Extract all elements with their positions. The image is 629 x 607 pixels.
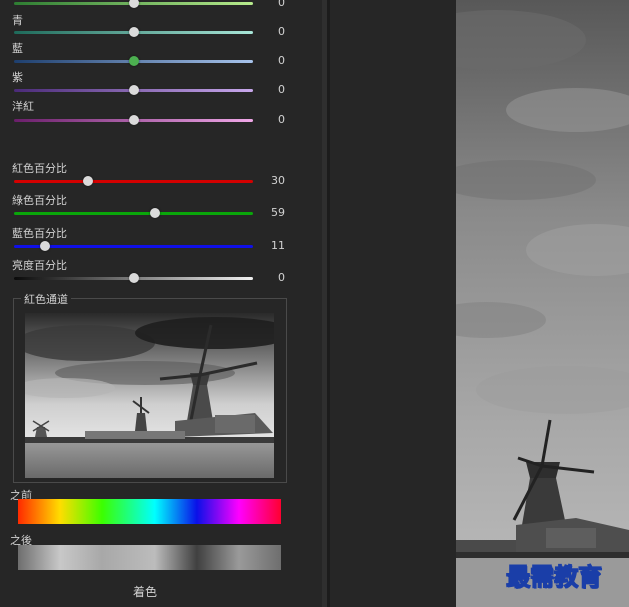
hue-slider-value: 0 (278, 83, 285, 96)
hue-slider-thumb[interactable] (128, 56, 139, 66)
hue-slider-label: 青 (12, 14, 23, 27)
document-photo (456, 0, 629, 607)
red-channel-group: 紅色通道 (13, 291, 287, 483)
hue-slider-label: 紫 (12, 71, 23, 84)
hue-slider-thumb[interactable] (128, 85, 139, 95)
percent-slider-thumb[interactable] (83, 176, 94, 186)
watermark-text: 最需教育 (505, 561, 602, 591)
hue-slider-label: 藍 (12, 42, 23, 55)
percent-slider-value: 0 (278, 271, 285, 284)
hue-slider-thumb[interactable] (128, 0, 139, 8)
percent-slider-label: 藍色百分比 (12, 227, 67, 240)
tint-label: 着色 (132, 585, 157, 599)
channel-group-title: 紅色通道 (21, 291, 71, 307)
percent-slider-label: 紅色百分比 (12, 162, 67, 175)
hue-slider-label: 洋紅 (12, 100, 34, 113)
percent-slider-thumb[interactable] (40, 241, 51, 251)
percent-slider-value: 30 (271, 174, 285, 187)
hue-slider-value: 0 (278, 113, 285, 126)
hue-slider-value: 0 (278, 0, 285, 9)
percent-slider-label: 亮度百分比 (12, 259, 67, 272)
hue-slider-value: 0 (278, 54, 285, 67)
before-color-bar (18, 499, 281, 524)
hue-slider-value: 0 (278, 25, 285, 38)
percent-slider-value: 11 (271, 239, 285, 252)
percent-slider-value: 59 (271, 206, 285, 219)
adjustment-panel: 0 青 0 藍 0 紫 0 洋紅 0 紅色百分比 30 綠色百分比 59 藍色百分比 11 亮度百分比 0 紅色… (0, 0, 327, 607)
channel-preview-image (25, 313, 274, 478)
hue-slider-thumb[interactable] (128, 27, 139, 37)
percent-slider-thumb[interactable] (150, 208, 160, 218)
percent-slider-track[interactable] (14, 180, 253, 183)
image-canvas[interactable] (330, 0, 629, 607)
percent-slider-track[interactable] (14, 212, 253, 215)
windmill-preview-image (25, 313, 274, 478)
percent-slider-label: 綠色百分比 (12, 194, 67, 207)
hue-slider-thumb[interactable] (128, 115, 139, 125)
percent-slider-thumb[interactable] (128, 273, 139, 283)
grayscale-windmill-photo (456, 0, 629, 607)
after-gray-bar (18, 545, 281, 570)
